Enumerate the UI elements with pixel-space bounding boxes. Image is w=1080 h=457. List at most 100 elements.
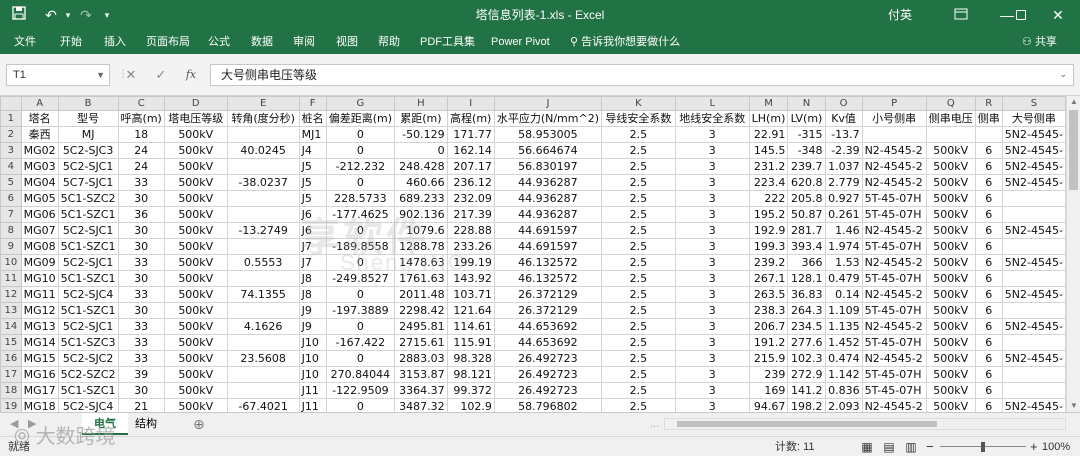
header-cell[interactable]: 塔电压等级: [163, 110, 228, 127]
cell[interactable]: 56.830197: [493, 158, 603, 175]
cell[interactable]: -122.9509: [325, 382, 396, 399]
row-number[interactable]: 9: [0, 238, 22, 255]
column-header[interactable]: E: [226, 96, 300, 111]
scroll-up-icon[interactable]: ▲: [1067, 96, 1080, 108]
cell[interactable]: J10: [298, 350, 327, 367]
row-number[interactable]: 7: [0, 206, 22, 223]
cell[interactable]: 2.5: [601, 318, 676, 335]
cell[interactable]: 217.39: [446, 206, 495, 223]
cell[interactable]: 141.2: [787, 382, 826, 399]
cell[interactable]: 2.5: [601, 382, 676, 399]
cell[interactable]: 30: [117, 190, 165, 207]
cell[interactable]: 500kV: [163, 190, 228, 207]
cell[interactable]: N2-4545-2: [861, 398, 927, 412]
cell[interactable]: 5C2-SJC4: [57, 398, 119, 412]
tab-help[interactable]: 帮助: [378, 30, 400, 54]
cell[interactable]: N2-4545-2: [861, 158, 927, 175]
close-icon[interactable]: ✕: [1036, 0, 1080, 30]
row-number[interactable]: 12: [0, 286, 22, 303]
cell[interactable]: 5T-45-07H: [861, 382, 927, 399]
column-header[interactable]: S: [1001, 96, 1066, 111]
cell[interactable]: 5T-45-07H: [861, 206, 927, 223]
tell-me[interactable]: ⚲ 告诉我你想要做什么: [570, 30, 680, 54]
cell[interactable]: MG17: [20, 382, 59, 399]
cell[interactable]: 30: [117, 382, 165, 399]
cell[interactable]: J5: [298, 158, 327, 175]
cell[interactable]: 5C2-SJC1: [57, 222, 119, 239]
cell[interactable]: 5N2-4545-: [1001, 398, 1066, 412]
sheet-more-icon[interactable]: ...: [650, 413, 659, 435]
cell[interactable]: 2.5: [601, 206, 676, 223]
cell[interactable]: 500kV: [925, 238, 976, 255]
cell[interactable]: 21: [117, 398, 165, 412]
cell[interactable]: 264.3: [787, 302, 826, 319]
column-header[interactable]: B: [57, 96, 119, 111]
cell[interactable]: MG04: [20, 174, 59, 191]
cell[interactable]: -197.3889: [325, 302, 396, 319]
cell[interactable]: 366: [787, 254, 826, 271]
cell[interactable]: 500kV: [163, 382, 228, 399]
cell[interactable]: 2.5: [601, 302, 676, 319]
tab-formulas[interactable]: 公式: [208, 30, 230, 54]
cell[interactable]: J7: [298, 238, 327, 255]
cell[interactable]: -177.4625: [325, 206, 396, 223]
cell[interactable]: 33: [117, 350, 165, 367]
cell[interactable]: MJ: [57, 126, 119, 143]
select-all-corner[interactable]: [0, 96, 22, 111]
cell[interactable]: 44.936287: [493, 190, 603, 207]
share-button[interactable]: ⚇ 共享: [1022, 30, 1057, 54]
cell[interactable]: 22.91: [748, 126, 789, 143]
cell[interactable]: MG13: [20, 318, 59, 335]
cell[interactable]: 620.8: [787, 174, 826, 191]
zoom-in-icon[interactable]: +: [1030, 437, 1038, 457]
cell[interactable]: 3: [674, 126, 750, 143]
cell[interactable]: [1001, 270, 1066, 287]
cell[interactable]: 199.19: [446, 254, 495, 271]
cell[interactable]: 0: [325, 350, 396, 367]
cell[interactable]: -38.0237: [226, 174, 300, 191]
cell[interactable]: 500kV: [925, 158, 976, 175]
cell[interactable]: [1001, 366, 1066, 383]
cell[interactable]: 3: [674, 398, 750, 412]
cell[interactable]: 26.492723: [493, 350, 603, 367]
cell[interactable]: 3: [674, 190, 750, 207]
row-number[interactable]: 11: [0, 270, 22, 287]
cell[interactable]: 143.92: [446, 270, 495, 287]
cell[interactable]: 1.109: [824, 302, 863, 319]
column-header[interactable]: O: [824, 96, 863, 111]
cell[interactable]: 500kV: [925, 142, 976, 159]
cell[interactable]: MG10: [20, 270, 59, 287]
cell[interactable]: 500kV: [163, 398, 228, 412]
cell[interactable]: 1.53: [824, 254, 863, 271]
maximize-icon[interactable]: [1008, 0, 1034, 30]
cell[interactable]: 500kV: [925, 350, 976, 367]
cell[interactable]: 393.4: [787, 238, 826, 255]
cell[interactable]: 0.479: [824, 270, 863, 287]
cell[interactable]: N2-4545-2: [861, 286, 927, 303]
cell[interactable]: [1001, 238, 1066, 255]
cell[interactable]: J5: [298, 174, 327, 191]
cell[interactable]: 44.691597: [493, 222, 603, 239]
cell[interactable]: [925, 126, 976, 143]
cell[interactable]: 5C7-SJC1: [57, 174, 119, 191]
cell[interactable]: 5T-45-07H: [861, 238, 927, 255]
cell[interactable]: 3: [674, 142, 750, 159]
cell[interactable]: 6: [974, 286, 1003, 303]
cell[interactable]: [226, 206, 300, 223]
cell[interactable]: 0: [325, 222, 396, 239]
column-header[interactable]: A: [20, 96, 59, 111]
cell[interactable]: 0: [325, 318, 396, 335]
cell[interactable]: -212.232: [325, 158, 396, 175]
cell[interactable]: 5C2-SJC1: [57, 158, 119, 175]
cell[interactable]: 500kV: [163, 222, 228, 239]
cell[interactable]: 6: [974, 238, 1003, 255]
cell[interactable]: 191.2: [748, 334, 789, 351]
cell[interactable]: 500kV: [163, 302, 228, 319]
undo-icon[interactable]: ↶: [38, 0, 64, 30]
cell[interactable]: MG06: [20, 206, 59, 223]
cell[interactable]: 3: [674, 174, 750, 191]
cell[interactable]: 2298.42: [394, 302, 448, 319]
cell[interactable]: 1478.63: [394, 254, 448, 271]
cell[interactable]: 44.936287: [493, 174, 603, 191]
cell[interactable]: 6: [974, 142, 1003, 159]
